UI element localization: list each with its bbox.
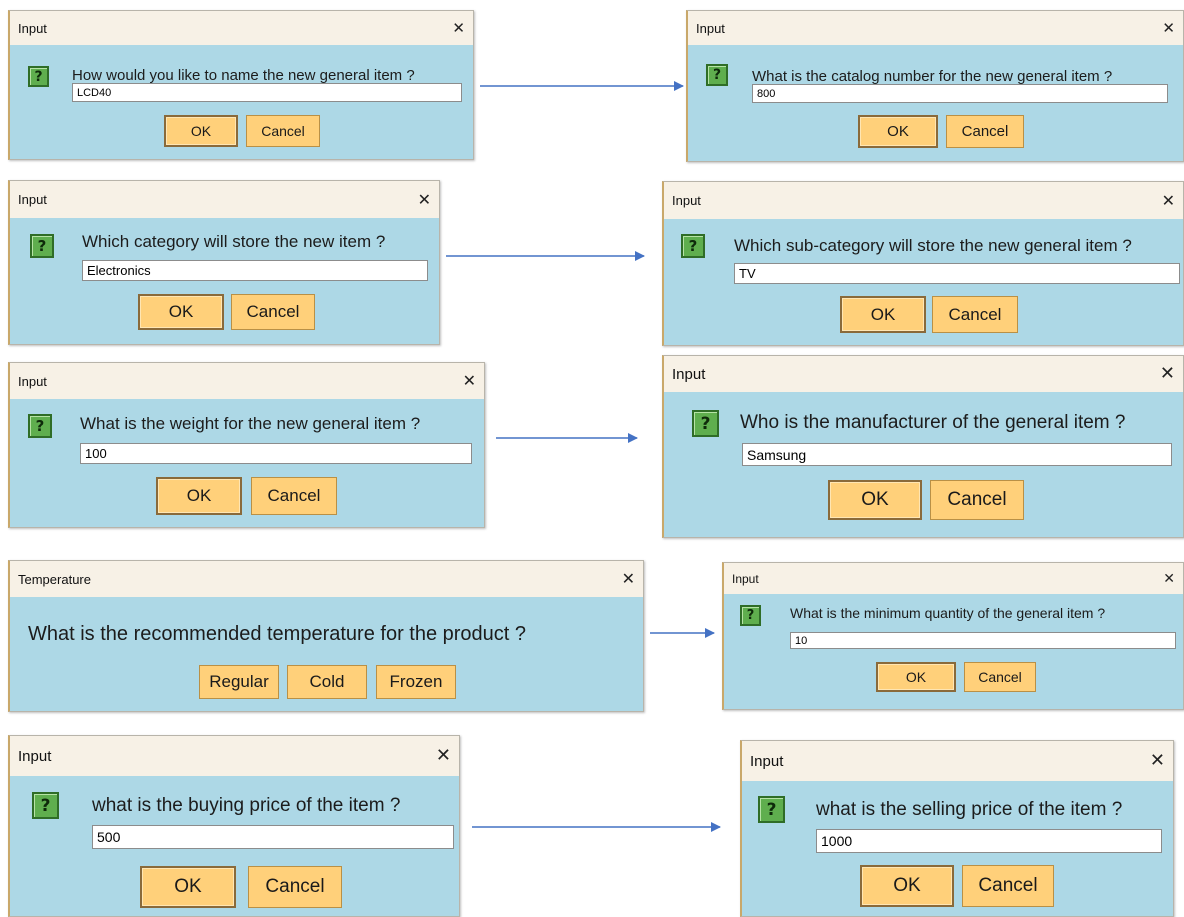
manufacturer-dialog: Input ✕ ? Who is the manufacturer of the… <box>662 355 1184 538</box>
ok-button[interactable]: OK <box>876 662 956 692</box>
dialog-title: Input <box>750 752 784 770</box>
dialog-title: Input <box>696 20 725 36</box>
prompt-text: Which category will store the new item ? <box>82 232 386 251</box>
buying-price-input[interactable] <box>92 825 454 849</box>
close-icon[interactable]: ✕ <box>1163 572 1175 586</box>
question-icon: ? <box>28 66 49 87</box>
selling-price-dialog-titlebar[interactable]: Input ✕ <box>742 741 1173 781</box>
close-icon[interactable]: ✕ <box>418 191 431 208</box>
prompt-text: What is the minimum quantity of the gene… <box>790 605 1106 621</box>
question-icon: ? <box>692 410 719 437</box>
prompt-text: Who is the manufacturer of the general i… <box>740 412 1126 433</box>
dialog-title: Input <box>18 373 47 389</box>
close-icon[interactable]: ✕ <box>1162 20 1175 36</box>
question-icon: ? <box>740 605 761 626</box>
dialog-title: Input <box>672 193 701 208</box>
category-input[interactable] <box>82 260 428 281</box>
catalog-dialog: Input ✕ ? What is the catalog number for… <box>686 10 1184 162</box>
question-icon: ? <box>758 796 785 823</box>
ok-button[interactable]: OK <box>138 294 224 330</box>
close-icon[interactable]: ✕ <box>1160 365 1175 383</box>
min-quantity-dialog: Input ✕ ? What is the minimum quantity o… <box>722 562 1184 710</box>
item-name-input[interactable] <box>72 83 462 102</box>
close-icon[interactable]: ✕ <box>622 571 635 587</box>
dialog-title: Input <box>18 192 47 207</box>
question-icon: ? <box>32 792 59 819</box>
name-dialog-titlebar[interactable]: Input ✕ <box>10 11 473 45</box>
regular-button[interactable]: Regular <box>199 665 279 699</box>
buying-price-dialog: Input ✕ ? what is the buying price of th… <box>8 735 460 917</box>
weight-dialog-titlebar[interactable]: Input ✕ <box>10 363 484 399</box>
subcategory-input[interactable] <box>734 263 1180 284</box>
cancel-button[interactable]: Cancel <box>246 115 320 147</box>
close-icon[interactable]: ✕ <box>1150 752 1165 770</box>
ok-button[interactable]: OK <box>860 865 954 907</box>
question-icon: ? <box>706 64 728 86</box>
dialog-title: Input <box>18 747 52 765</box>
cancel-button[interactable]: Cancel <box>930 480 1024 520</box>
cancel-button[interactable]: Cancel <box>964 662 1036 692</box>
dialog-title: Input <box>672 365 706 383</box>
ok-button[interactable]: OK <box>156 477 242 515</box>
catalog-number-input[interactable] <box>752 84 1168 103</box>
cold-button[interactable]: Cold <box>287 665 367 699</box>
temperature-dialog: Temperature ✕ What is the recommended te… <box>8 560 644 712</box>
question-icon: ? <box>30 234 54 258</box>
temperature-dialog-titlebar[interactable]: Temperature ✕ <box>10 561 643 597</box>
cancel-button[interactable]: Cancel <box>932 296 1018 333</box>
close-icon[interactable]: ✕ <box>452 20 465 36</box>
cancel-button[interactable]: Cancel <box>231 294 315 330</box>
selling-price-dialog: Input ✕ ? what is the selling price of t… <box>740 740 1174 917</box>
close-icon[interactable]: ✕ <box>436 747 451 765</box>
cancel-button[interactable]: Cancel <box>251 477 337 515</box>
question-icon: ? <box>681 234 705 258</box>
prompt-text: Which sub-category will store the new ge… <box>734 236 1132 255</box>
name-dialog: Input ✕ ? How would you like to name the… <box>8 10 474 160</box>
cancel-button[interactable]: Cancel <box>962 865 1054 907</box>
close-icon[interactable]: ✕ <box>463 373 476 389</box>
selling-price-input[interactable] <box>816 829 1162 853</box>
dialog-title: Temperature <box>18 571 91 587</box>
ok-button[interactable]: OK <box>164 115 238 147</box>
min-quantity-dialog-titlebar[interactable]: Input ✕ <box>724 563 1183 594</box>
manufacturer-input[interactable] <box>742 443 1172 466</box>
manufacturer-dialog-titlebar[interactable]: Input ✕ <box>664 356 1183 392</box>
prompt-text: what is the buying price of the item ? <box>92 795 401 816</box>
ok-button[interactable]: OK <box>828 480 922 520</box>
catalog-dialog-titlebar[interactable]: Input ✕ <box>688 11 1183 45</box>
subcategory-dialog: Input ✕ ? Which sub-category will store … <box>662 181 1184 346</box>
weight-input[interactable] <box>80 443 472 464</box>
frozen-button[interactable]: Frozen <box>376 665 456 699</box>
ok-button[interactable]: OK <box>840 296 926 333</box>
dialog-title: Input <box>18 20 47 36</box>
category-dialog: Input ✕ ? Which category will store the … <box>8 180 440 345</box>
cancel-button[interactable]: Cancel <box>248 866 342 908</box>
min-quantity-input[interactable] <box>790 632 1176 649</box>
dialog-title: Input <box>732 571 759 586</box>
buying-price-dialog-titlebar[interactable]: Input ✕ <box>10 736 459 776</box>
prompt-text: what is the selling price of the item ? <box>816 799 1123 820</box>
subcategory-dialog-titlebar[interactable]: Input ✕ <box>664 182 1183 219</box>
prompt-text: What is the catalog number for the new g… <box>752 68 1113 85</box>
ok-button[interactable]: OK <box>140 866 236 908</box>
close-icon[interactable]: ✕ <box>1162 192 1175 209</box>
prompt-text: What is the recommended temperature for … <box>28 623 527 645</box>
cancel-button[interactable]: Cancel <box>946 115 1024 148</box>
question-icon: ? <box>28 414 52 438</box>
ok-button[interactable]: OK <box>858 115 938 148</box>
category-dialog-titlebar[interactable]: Input ✕ <box>10 181 439 218</box>
prompt-text: How would you like to name the new gener… <box>72 67 415 84</box>
weight-dialog: Input ✕ ? What is the weight for the new… <box>8 362 485 528</box>
prompt-text: What is the weight for the new general i… <box>80 414 421 433</box>
